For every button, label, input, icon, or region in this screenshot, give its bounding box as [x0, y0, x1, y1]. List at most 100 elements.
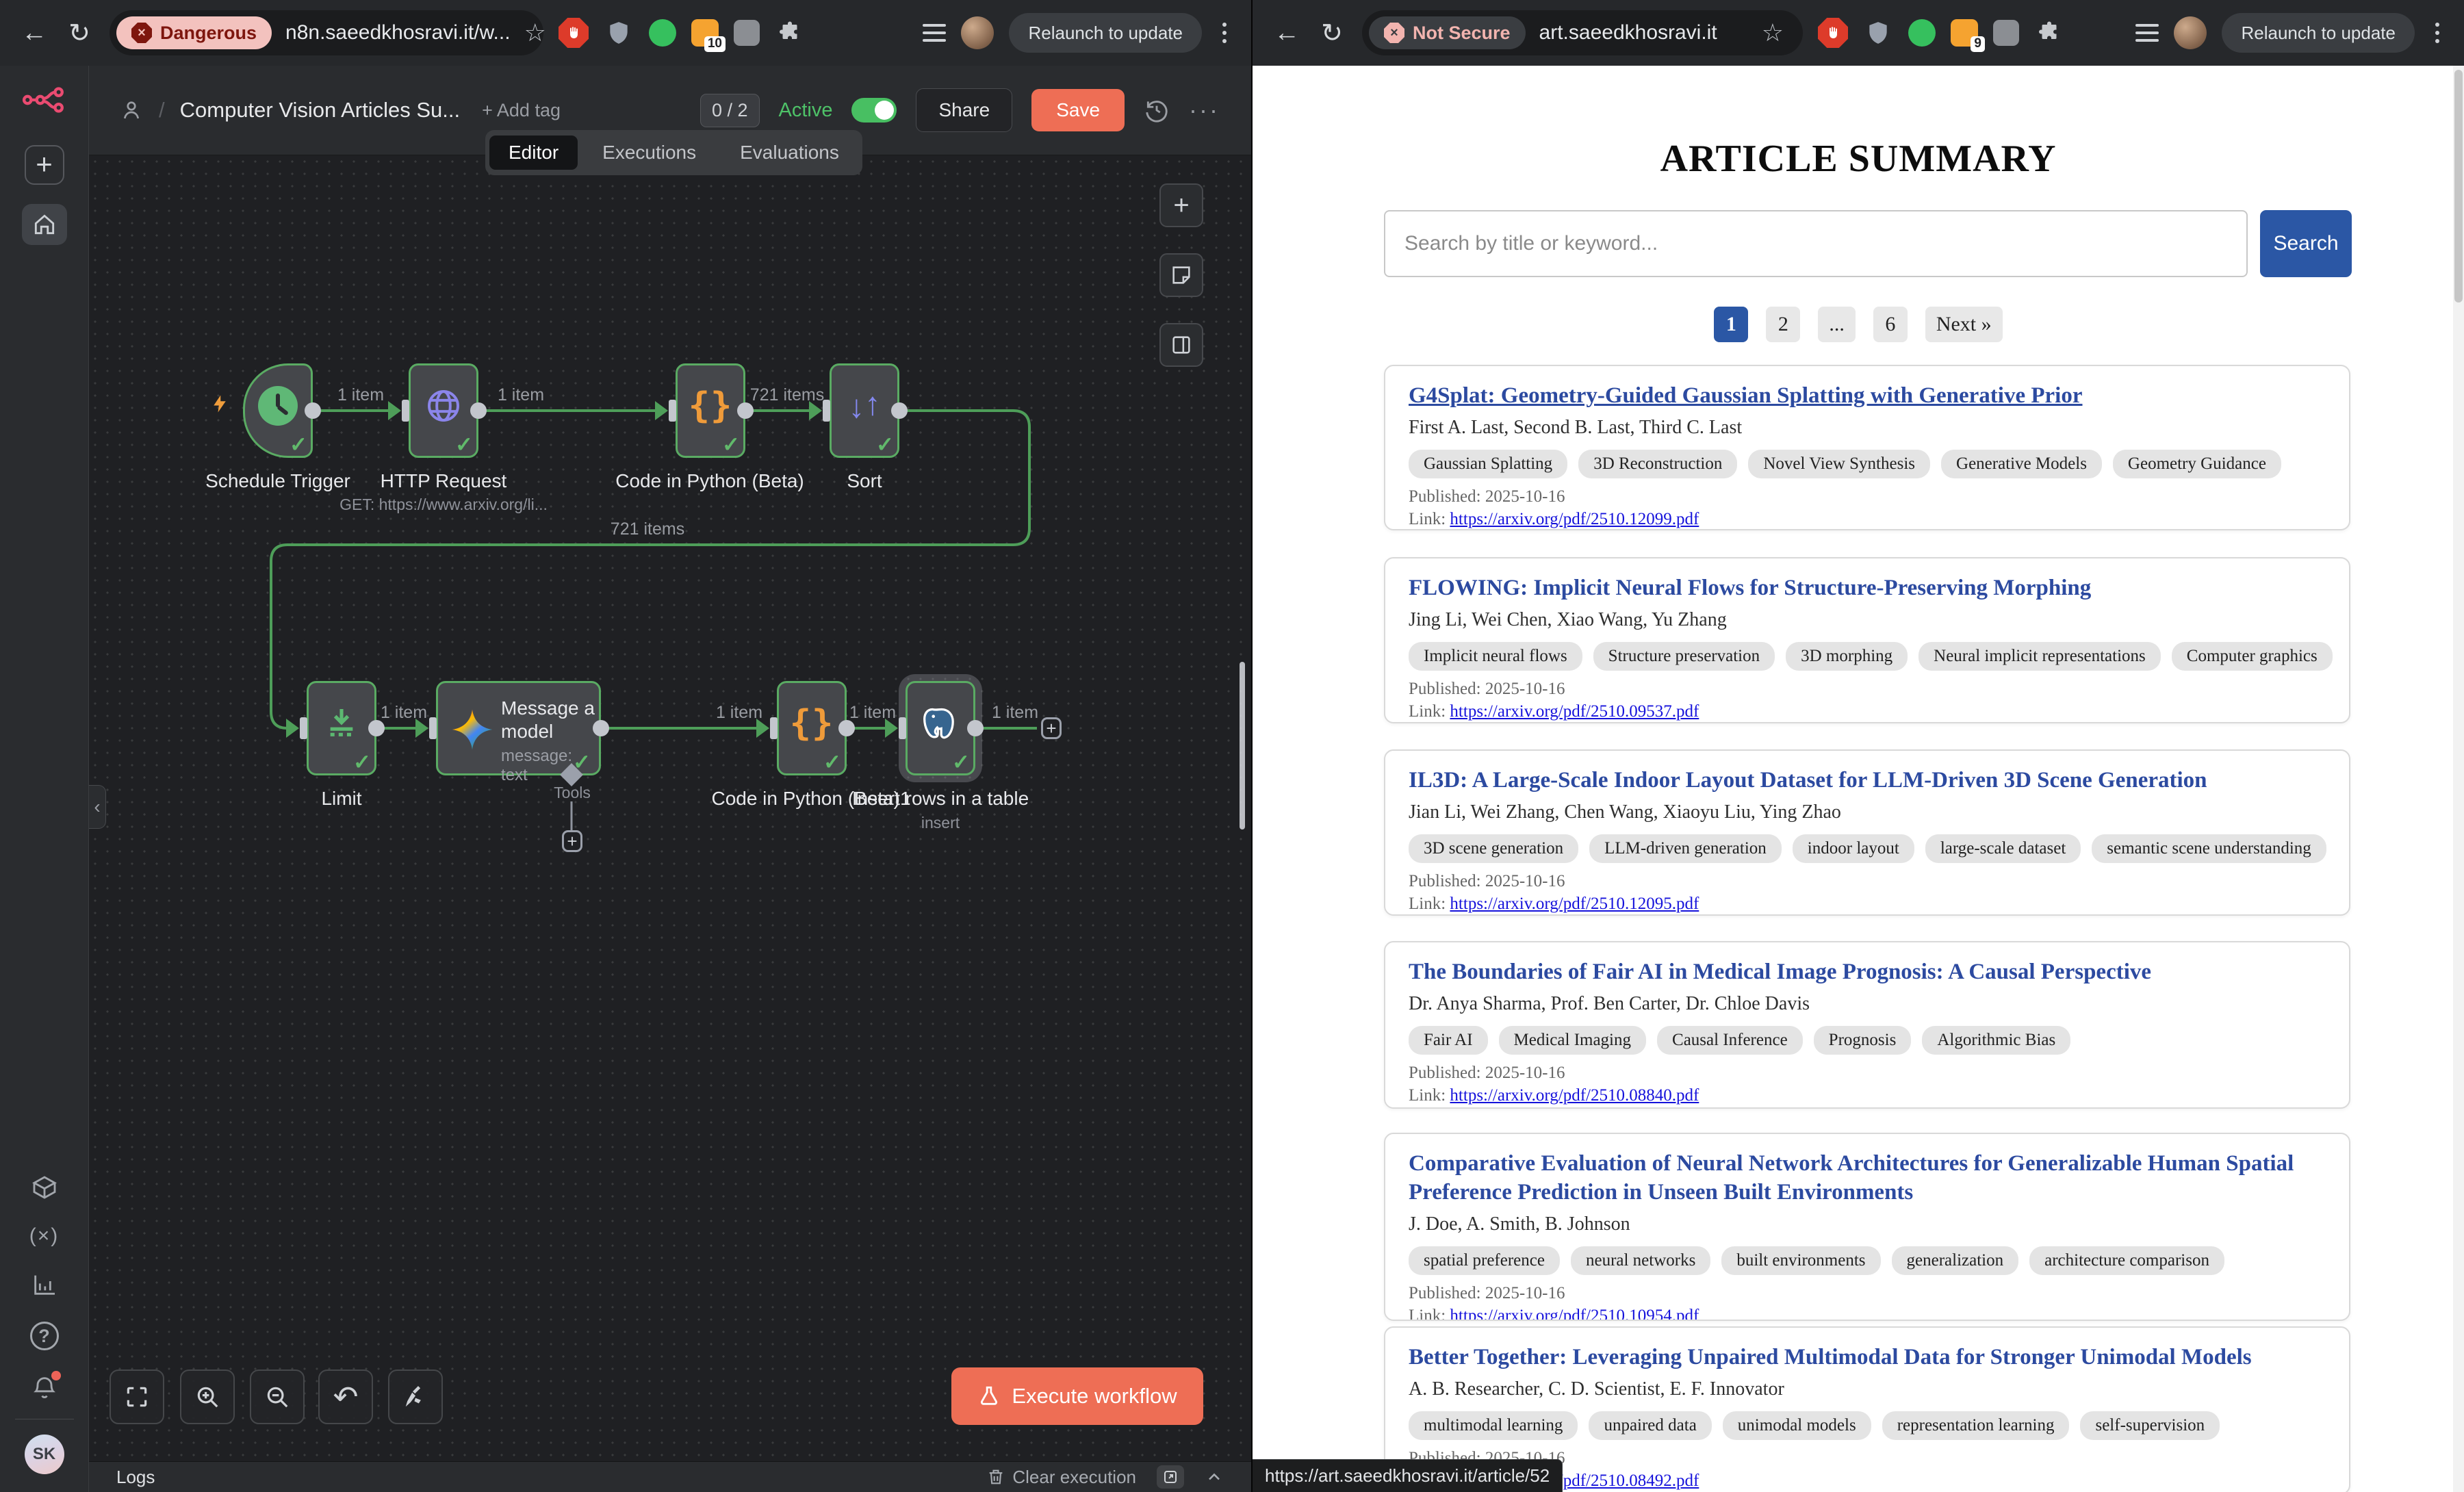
new-workflow-button[interactable]: +	[25, 145, 64, 185]
tag[interactable]: multimodal learning	[1409, 1411, 1578, 1440]
media-controls-icon[interactable]	[2135, 24, 2159, 42]
tag[interactable]: Neural implicit representations	[1918, 642, 2161, 671]
clear-execution-button[interactable]: Clear execution	[986, 1467, 1136, 1488]
user-avatar[interactable]: SK	[25, 1435, 64, 1474]
variables-icon[interactable]: (×)	[29, 1224, 60, 1248]
tag[interactable]: architecture comparison	[2029, 1246, 2224, 1275]
pdf-link[interactable]: https://arxiv.org/pdf/2510.09537.pdf	[1450, 702, 1699, 721]
privacy-extension-icon[interactable]	[649, 19, 676, 47]
node-sort[interactable]: ↓↑ ✓	[830, 363, 899, 458]
node-code-python[interactable]: {} ✓	[676, 363, 745, 458]
reload-icon[interactable]: ↻	[64, 18, 94, 49]
pdf-link[interactable]: https://arxiv.org/pdf/2510.10954.pdf	[1450, 1307, 1699, 1321]
tag[interactable]: Fair AI	[1409, 1026, 1488, 1055]
toggle-panel-button[interactable]	[1159, 323, 1203, 367]
page-2-button[interactable]: 2	[1766, 307, 1800, 342]
tag[interactable]: built environments	[1721, 1246, 1880, 1275]
tag[interactable]: Computer graphics	[2172, 642, 2333, 671]
url-text[interactable]: art.saeedkhosravi.it	[1539, 21, 1717, 44]
templates-icon[interactable]	[31, 1174, 58, 1201]
canvas-scrollbar[interactable]	[1240, 662, 1245, 829]
article-title-link[interactable]: G4Splat: Geometry-Guided Gaussian Splatt…	[1409, 381, 2326, 410]
profile-avatar[interactable]	[961, 16, 994, 49]
tag[interactable]: spatial preference	[1409, 1246, 1560, 1275]
input-port[interactable]	[669, 400, 676, 422]
tag[interactable]: 3D scene generation	[1409, 834, 1578, 863]
url-text[interactable]: n8n.saeedkhosravi.it/w...	[285, 21, 511, 44]
article-title-link[interactable]: IL3D: A Large-Scale Indoor Layout Datase…	[1409, 766, 2326, 795]
input-port[interactable]	[899, 717, 906, 739]
adblock-extension-icon[interactable]	[1818, 18, 1848, 48]
tag[interactable]: 3D Reconstruction	[1578, 450, 1737, 478]
output-port[interactable]	[737, 402, 754, 419]
zoom-out-button[interactable]	[250, 1369, 305, 1424]
add-node-button[interactable]: +	[1159, 183, 1203, 227]
bookmark-star-icon[interactable]: ☆	[524, 18, 556, 47]
bookmark-star-icon[interactable]: ☆	[1762, 18, 1793, 47]
browser-menu-icon[interactable]	[2430, 23, 2445, 43]
article-title-link[interactable]: FLOWING: Implicit Neural Flows for Struc…	[1409, 574, 2326, 602]
pop-out-icon[interactable]	[1157, 1465, 1184, 1489]
logs-panel-header[interactable]: Logs Clear execution	[89, 1461, 1251, 1492]
execute-workflow-button[interactable]: Execute workflow	[951, 1367, 1203, 1425]
search-button[interactable]: Search	[2260, 210, 2352, 277]
notifications-bell-icon[interactable]	[31, 1374, 58, 1401]
help-icon[interactable]: ?	[30, 1322, 59, 1350]
tag[interactable]: Novel View Synthesis	[1748, 450, 1930, 478]
collapse-logs-icon[interactable]	[1205, 1467, 1224, 1487]
article-title-link[interactable]: Better Together: Leveraging Unpaired Mul…	[1409, 1343, 2326, 1372]
save-button[interactable]: Save	[1031, 89, 1125, 131]
extension-icon-orange[interactable]: 9	[1951, 19, 1978, 47]
back-icon[interactable]: ←	[1272, 18, 1302, 48]
tag[interactable]: unimodal models	[1723, 1411, 1871, 1440]
output-port[interactable]	[305, 402, 321, 419]
tab-executions[interactable]: Executions	[583, 136, 715, 170]
tag[interactable]: self-supervision	[2080, 1411, 2220, 1440]
tag[interactable]: Implicit neural flows	[1409, 642, 1582, 671]
extension-icon-gray[interactable]	[734, 20, 760, 46]
zoom-in-button[interactable]	[180, 1369, 235, 1424]
tag[interactable]: generalization	[1892, 1246, 2019, 1275]
tag[interactable]: Medical Imaging	[1499, 1026, 1646, 1055]
article-title-link[interactable]: The Boundaries of Fair AI in Medical Ima…	[1409, 957, 2326, 986]
security-badge[interactable]: × Not Secure	[1369, 16, 1526, 49]
tag[interactable]: unpaired data	[1589, 1411, 1711, 1440]
input-port[interactable]	[770, 717, 778, 739]
puzzle-extensions-icon[interactable]	[2034, 18, 2064, 48]
node-schedule-trigger[interactable]: ✓	[243, 363, 313, 458]
tag[interactable]: Geometry Guidance	[2113, 450, 2281, 478]
add-sticky-note-button[interactable]	[1159, 253, 1203, 297]
back-icon[interactable]: ←	[19, 18, 49, 48]
page-scrollbar[interactable]	[2453, 66, 2464, 1492]
tab-editor[interactable]: Editor	[489, 136, 578, 170]
n8n-logo[interactable]	[22, 86, 67, 114]
tag[interactable]: Causal Inference	[1657, 1026, 1803, 1055]
puzzle-extensions-icon[interactable]	[775, 18, 805, 48]
input-port[interactable]	[300, 717, 307, 739]
tag[interactable]: LLM-driven generation	[1589, 834, 1782, 863]
workflow-canvas[interactable]: 1 item 1 item 721 items 721 items 1 item…	[89, 155, 1251, 1461]
extension-icon-gray[interactable]	[1993, 20, 2019, 46]
adblock-extension-icon[interactable]	[559, 18, 589, 48]
output-port[interactable]	[470, 402, 487, 419]
page-6-button[interactable]: 6	[1873, 307, 1908, 342]
workflow-menu-icon[interactable]: ···	[1189, 96, 1220, 125]
insights-icon[interactable]	[31, 1271, 58, 1298]
tag[interactable]: neural networks	[1571, 1246, 1710, 1275]
tag[interactable]: Structure preservation	[1593, 642, 1775, 671]
pdf-link[interactable]: https://arxiv.org/pdf/2510.12095.pdf	[1450, 895, 1699, 913]
add-tool-button[interactable]: +	[562, 830, 582, 852]
pdf-link[interactable]: https://arxiv.org/pdf/2510.12099.pdf	[1450, 510, 1699, 528]
tag[interactable]: Algorithmic Bias	[1922, 1026, 2070, 1055]
sidebar-item-overview[interactable]	[22, 204, 67, 245]
article-title-link[interactable]: Comparative Evaluation of Neural Network…	[1409, 1149, 2326, 1207]
pdf-link[interactable]: https://arxiv.org/pdf/2510.08840.pdf	[1450, 1086, 1699, 1105]
extension-icon-orange[interactable]: 10	[691, 19, 719, 47]
node-limit[interactable]: ✓	[307, 681, 376, 775]
undo-button[interactable]: ↶	[318, 1369, 373, 1424]
output-port[interactable]	[593, 720, 609, 736]
tag[interactable]: Generative Models	[1941, 450, 2102, 478]
add-tag-button[interactable]: + Add tag	[482, 100, 561, 121]
node-code-python-1[interactable]: {} ✓	[777, 681, 847, 775]
relaunch-button[interactable]: Relaunch to update	[1009, 13, 1202, 53]
